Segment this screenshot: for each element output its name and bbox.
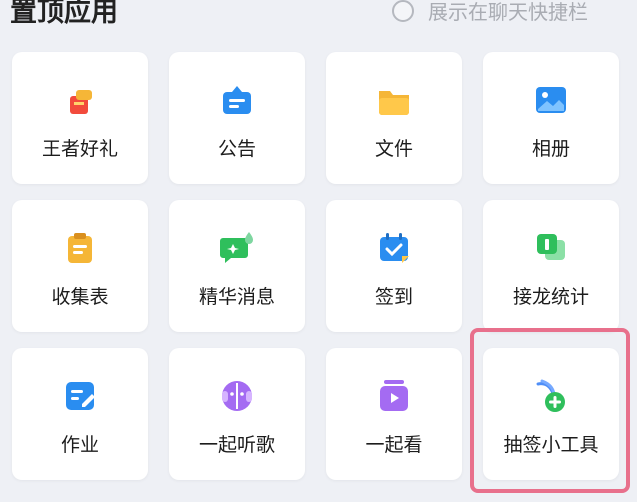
photo-album-icon xyxy=(536,87,566,113)
app-tile-announcement[interactable]: 公告 xyxy=(169,52,305,184)
highlight-message-icon xyxy=(220,232,253,263)
app-tile-highlights[interactable]: 精华消息 xyxy=(169,200,305,332)
app-tile-relay-stats[interactable]: 接龙统计 xyxy=(483,200,619,332)
app-tile-album[interactable]: 相册 xyxy=(483,52,619,184)
app-label: 精华消息 xyxy=(198,286,275,308)
app-label: 文件 xyxy=(374,138,413,160)
app-tile-listen-together[interactable]: 一起听歌 xyxy=(169,348,305,480)
app-label: 作业 xyxy=(60,434,99,456)
listen-together-icon xyxy=(222,381,252,411)
app-label: 公告 xyxy=(217,138,256,160)
app-tile-lottery-tool[interactable]: 抽签小工具 xyxy=(483,348,619,480)
app-tile-checkin[interactable]: 签到 xyxy=(326,200,462,332)
app-label: 签到 xyxy=(374,286,413,308)
lottery-tool-icon xyxy=(536,379,565,412)
app-label: 王者好礼 xyxy=(41,138,118,160)
app-tile-collect-form[interactable]: 收集表 xyxy=(12,200,148,332)
watch-together-icon xyxy=(380,380,408,411)
app-label: 接龙统计 xyxy=(512,286,589,308)
app-grid: 王者好礼 公告 文件 相册 收集表 精华消息 签到 接龙统计 作业 一起听歌 一… xyxy=(0,0,637,502)
app-label: 相册 xyxy=(531,138,570,160)
app-label: 抽签小工具 xyxy=(503,434,599,456)
calendar-checkin-icon xyxy=(380,233,409,263)
app-label: 一起听歌 xyxy=(198,434,275,456)
app-tile-file[interactable]: 文件 xyxy=(326,52,462,184)
app-label: 收集表 xyxy=(51,286,109,308)
homework-icon xyxy=(66,382,95,410)
folder-icon xyxy=(379,91,409,115)
app-tile-homework[interactable]: 作业 xyxy=(12,348,148,480)
app-tile-gift[interactable]: 王者好礼 xyxy=(12,52,148,184)
relay-count-icon xyxy=(537,234,565,260)
app-label: 一起看 xyxy=(365,434,423,456)
gift-icon xyxy=(70,90,92,114)
clipboard-icon xyxy=(68,233,92,263)
app-tile-watch-together[interactable]: 一起看 xyxy=(326,348,462,480)
announcement-icon xyxy=(223,86,251,114)
